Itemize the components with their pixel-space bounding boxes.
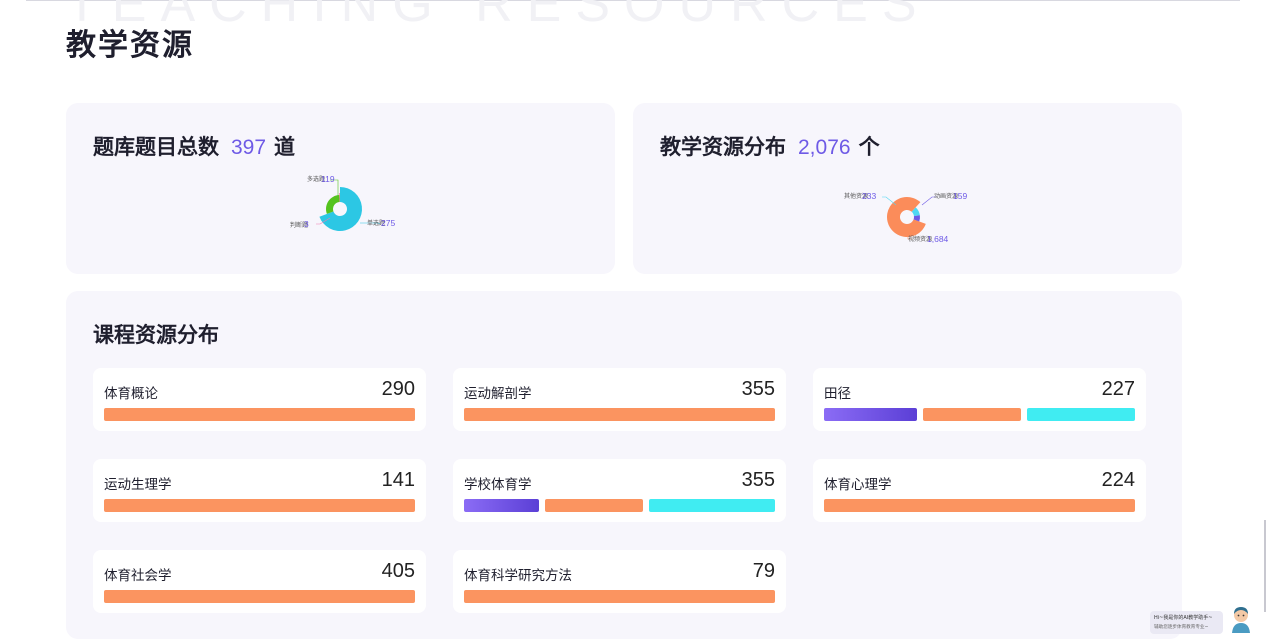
question-bank-card: 题库题目总数 397 道 单选题 275 多选题 119 判断题 3 [66, 103, 615, 274]
resource-distribution-count: 2,076 [798, 136, 851, 159]
resource-distribution-unit: 个 [858, 135, 880, 159]
slice-value-video: 1,684 [927, 234, 949, 244]
bar-segment-cyan [649, 499, 775, 512]
bar-segment-orange [104, 408, 415, 421]
avatar-body [1232, 623, 1250, 633]
course-resource-count: 355 [741, 378, 775, 400]
bar-segment-cyan [1027, 408, 1135, 421]
course-name: 运动生理学 [104, 477, 172, 493]
slice-value-animation: 159 [953, 191, 967, 201]
bar-segment-orange [464, 408, 775, 421]
course-name: 体育社会学 [104, 568, 172, 584]
assistant-greeting: Hi~我是你的AI教学助手~ [1154, 615, 1213, 621]
page-title: 教学资源 [66, 28, 194, 63]
slice-value-single: 275 [381, 218, 395, 228]
course-card[interactable]: 体育社会学 405 [93, 550, 426, 613]
slice-value-multi: 119 [321, 174, 335, 184]
slice-value-judge: 3 [304, 219, 309, 229]
course-progress-bar [464, 590, 775, 603]
course-resource-count: 405 [381, 560, 415, 582]
resource-distribution-card: 教学资源分布 2,076 个 视频资源 1,684 其他资源 233 动画资源 … [633, 103, 1182, 274]
bar-segment-orange [544, 499, 644, 512]
course-distribution-card: 课程资源分布 体育概论 290 运动解剖学 355 田径 227 运动生理学 141 学校体育学… [66, 291, 1182, 639]
course-card[interactable]: 体育概论 290 [93, 368, 426, 431]
course-name: 体育概论 [104, 386, 158, 402]
course-progress-bar [104, 590, 415, 603]
slice-value-other: 233 [862, 191, 876, 201]
course-progress-bar [104, 408, 415, 421]
question-bank-unit: 道 [274, 135, 296, 159]
bar-segment-orange [922, 408, 1022, 421]
question-bank-heading: 题库题目总数 397 道 [93, 131, 295, 161]
course-progress-bar [104, 499, 415, 512]
avatar-eye-left [1237, 614, 1240, 617]
course-name: 田径 [824, 386, 851, 402]
bar-segment-purple [464, 499, 539, 512]
course-card[interactable]: 体育科学研究方法 79 [453, 550, 786, 613]
course-name: 体育科学研究方法 [464, 568, 572, 584]
course-progress-bar [824, 408, 1135, 421]
avatar-eye-right [1242, 614, 1245, 617]
course-resource-count: 79 [752, 560, 775, 582]
bar-segment-purple [824, 408, 917, 421]
course-progress-bar [464, 408, 775, 421]
ai-assistant-bubble[interactable]: Hi~我是你的AI教学助手~ 辅助您逐步体育教育专业~ [1150, 611, 1223, 634]
course-resource-count: 355 [741, 469, 775, 491]
donut-slice-多选题[interactable] [326, 195, 340, 214]
course-card[interactable]: 体育心理学 224 [813, 459, 1146, 522]
question-type-donut-chart: 单选题 275 多选题 119 判断题 3 [290, 174, 395, 231]
ai-assistant-avatar[interactable] [1229, 605, 1253, 633]
bar-segment-orange [464, 590, 775, 603]
bar-segment-orange [104, 499, 415, 512]
assistant-subtitle: 辅助您逐步体育教育专业~ [1154, 625, 1209, 630]
resource-distribution-heading: 教学资源分布 2,076 个 [660, 131, 880, 161]
course-progress-bar [824, 499, 1135, 512]
course-name: 运动解剖学 [464, 386, 532, 402]
course-card[interactable]: 运动生理学 141 [93, 459, 426, 522]
course-name: 体育心理学 [824, 477, 892, 493]
course-resource-count: 224 [1101, 469, 1135, 491]
course-card[interactable]: 学校体育学 355 [453, 459, 786, 522]
course-resource-count: 141 [381, 469, 415, 491]
course-resource-count: 227 [1101, 378, 1135, 400]
resource-distribution-title: 教学资源分布 [660, 135, 786, 159]
course-card[interactable]: 运动解剖学 355 [453, 368, 786, 431]
donut-slice-单选题[interactable] [319, 187, 362, 231]
donut-slices [319, 187, 362, 231]
course-card[interactable]: 田径 227 [813, 368, 1146, 431]
course-name: 学校体育学 [464, 477, 532, 493]
course-resource-count: 290 [381, 378, 415, 400]
section-watermark: TEACHING RESOURCES [66, 0, 931, 33]
donut-slices [887, 197, 926, 237]
resource-type-donut-chart: 视频资源 1,684 其他资源 233 动画资源 159 [844, 191, 967, 244]
course-progress-bar [464, 499, 775, 512]
bar-segment-orange [824, 499, 1135, 512]
question-bank-count: 397 [231, 136, 267, 159]
bar-segment-orange [104, 590, 415, 603]
course-distribution-title: 课程资源分布 [93, 323, 219, 347]
question-bank-title: 题库题目总数 [93, 135, 219, 159]
